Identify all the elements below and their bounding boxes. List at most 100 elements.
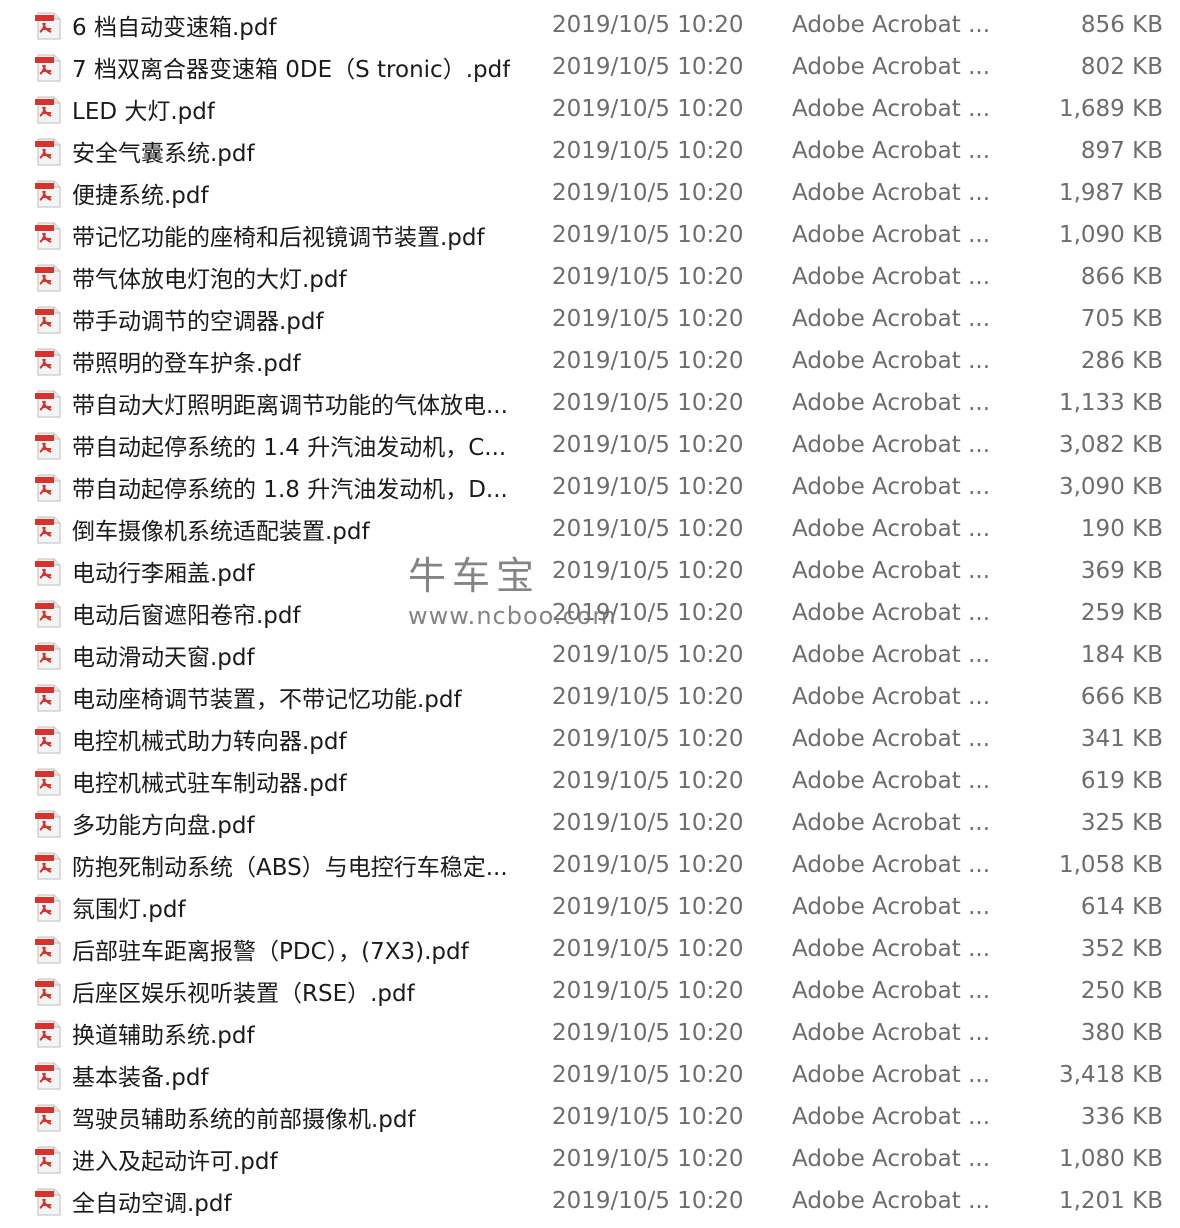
- file-name: 后座区娱乐视听装置（RSE）.pdf: [72, 981, 415, 1007]
- pdf-file-icon: [34, 852, 62, 880]
- file-name: 多功能方向盘.pdf: [72, 813, 255, 839]
- pdf-file-icon: [34, 516, 62, 544]
- pdf-file-icon: [34, 474, 62, 502]
- file-size: 1,080 KB: [1058, 1146, 1163, 1172]
- file-row[interactable]: 倒车摄像机系统适配装置.pdf 2019/10/5 10:20 Adobe Ac…: [0, 508, 1180, 550]
- file-type: Adobe Acrobat ...: [792, 12, 991, 38]
- file-name: 驾驶员辅助系统的前部摄像机.pdf: [72, 1107, 416, 1133]
- file-row[interactable]: 后座区娱乐视听装置（RSE）.pdf 2019/10/5 10:20 Adobe…: [0, 970, 1180, 1012]
- file-size: 705 KB: [1080, 306, 1163, 332]
- file-name: 带自动起停系统的 1.8 升汽油发动机，D...: [72, 477, 508, 503]
- file-row[interactable]: 电动后窗遮阳卷帘.pdf 2019/10/5 10:20 Adobe Acrob…: [0, 592, 1180, 634]
- file-row[interactable]: 带手动调节的空调器.pdf 2019/10/5 10:20 Adobe Acro…: [0, 298, 1180, 340]
- file-date: 2019/10/5 10:20: [552, 894, 744, 920]
- file-type: Adobe Acrobat ...: [792, 1062, 991, 1088]
- file-name: 氛围灯.pdf: [72, 897, 186, 923]
- file-row[interactable]: 带气体放电灯泡的大灯.pdf 2019/10/5 10:20 Adobe Acr…: [0, 256, 1180, 298]
- file-row[interactable]: 7 档双离合器变速箱 0DE（S tronic）.pdf 2019/10/5 1…: [0, 46, 1180, 88]
- pdf-file-icon: [34, 180, 62, 208]
- file-row[interactable]: LED 大灯.pdf 2019/10/5 10:20 Adobe Acrobat…: [0, 88, 1180, 130]
- file-date: 2019/10/5 10:20: [552, 810, 744, 836]
- file-size: 3,082 KB: [1058, 432, 1163, 458]
- file-type: Adobe Acrobat ...: [792, 894, 991, 920]
- file-type: Adobe Acrobat ...: [792, 138, 991, 164]
- file-type: Adobe Acrobat ...: [792, 348, 991, 374]
- file-size: 325 KB: [1080, 810, 1163, 836]
- file-name: 换道辅助系统.pdf: [72, 1023, 255, 1049]
- file-date: 2019/10/5 10:20: [552, 432, 744, 458]
- file-row[interactable]: 电动座椅调节装置，不带记忆功能.pdf 2019/10/5 10:20 Adob…: [0, 676, 1180, 718]
- file-row[interactable]: 带自动大灯照明距离调节功能的气体放电... 2019/10/5 10:20 Ad…: [0, 382, 1180, 424]
- file-size: 3,090 KB: [1058, 474, 1163, 500]
- file-size: 619 KB: [1080, 768, 1163, 794]
- file-size: 1,201 KB: [1058, 1188, 1163, 1214]
- file-type: Adobe Acrobat ...: [792, 474, 991, 500]
- file-date: 2019/10/5 10:20: [552, 306, 744, 332]
- file-row[interactable]: 基本装备.pdf 2019/10/5 10:20 Adobe Acrobat .…: [0, 1054, 1180, 1096]
- file-row[interactable]: 便捷系统.pdf 2019/10/5 10:20 Adobe Acrobat .…: [0, 172, 1180, 214]
- pdf-file-icon: [34, 306, 62, 334]
- file-type: Adobe Acrobat ...: [792, 726, 991, 752]
- pdf-file-icon: [34, 810, 62, 838]
- file-row[interactable]: 多功能方向盘.pdf 2019/10/5 10:20 Adobe Acrobat…: [0, 802, 1180, 844]
- file-row[interactable]: 电动滑动天窗.pdf 2019/10/5 10:20 Adobe Acrobat…: [0, 634, 1180, 676]
- file-name: 基本装备.pdf: [72, 1065, 209, 1091]
- file-name: 便捷系统.pdf: [72, 183, 209, 209]
- file-list: 6 档自动变速箱.pdf 2019/10/5 10:20 Adobe Acrob…: [0, 4, 1180, 1222]
- pdf-file-icon: [34, 1020, 62, 1048]
- pdf-file-icon: [34, 768, 62, 796]
- file-date: 2019/10/5 10:20: [552, 1188, 744, 1214]
- file-name: 6 档自动变速箱.pdf: [72, 15, 277, 41]
- file-row[interactable]: 带自动起停系统的 1.8 升汽油发动机，D... 2019/10/5 10:20…: [0, 466, 1180, 508]
- file-date: 2019/10/5 10:20: [552, 642, 744, 668]
- pdf-file-icon: [34, 936, 62, 964]
- file-type: Adobe Acrobat ...: [792, 264, 991, 290]
- file-type: Adobe Acrobat ...: [792, 54, 991, 80]
- file-row[interactable]: 电控机械式助力转向器.pdf 2019/10/5 10:20 Adobe Acr…: [0, 718, 1180, 760]
- file-type: Adobe Acrobat ...: [792, 1146, 991, 1172]
- pdf-file-icon: [34, 390, 62, 418]
- pdf-file-icon: [34, 684, 62, 712]
- file-type: Adobe Acrobat ...: [792, 558, 991, 584]
- file-row[interactable]: 安全气囊系统.pdf 2019/10/5 10:20 Adobe Acrobat…: [0, 130, 1180, 172]
- file-name: 带自动大灯照明距离调节功能的气体放电...: [72, 393, 508, 419]
- file-date: 2019/10/5 10:20: [552, 684, 744, 710]
- file-size: 336 KB: [1080, 1104, 1163, 1130]
- file-type: Adobe Acrobat ...: [792, 852, 991, 878]
- file-size: 1,133 KB: [1058, 390, 1163, 416]
- file-row[interactable]: 带照明的登车护条.pdf 2019/10/5 10:20 Adobe Acrob…: [0, 340, 1180, 382]
- file-row[interactable]: 电动行李厢盖.pdf 2019/10/5 10:20 Adobe Acrobat…: [0, 550, 1180, 592]
- file-row[interactable]: 氛围灯.pdf 2019/10/5 10:20 Adobe Acrobat ..…: [0, 886, 1180, 928]
- file-row[interactable]: 全自动空调.pdf 2019/10/5 10:20 Adobe Acrobat …: [0, 1180, 1180, 1222]
- file-size: 1,987 KB: [1058, 180, 1163, 206]
- file-size: 352 KB: [1080, 936, 1163, 962]
- pdf-file-icon: [34, 1188, 62, 1216]
- file-name: 电动行李厢盖.pdf: [72, 561, 255, 587]
- file-row[interactable]: 带自动起停系统的 1.4 升汽油发动机，C... 2019/10/5 10:20…: [0, 424, 1180, 466]
- file-row[interactable]: 换道辅助系统.pdf 2019/10/5 10:20 Adobe Acrobat…: [0, 1012, 1180, 1054]
- pdf-file-icon: [34, 726, 62, 754]
- file-name: 电控机械式驻车制动器.pdf: [72, 771, 347, 797]
- pdf-file-icon: [34, 600, 62, 628]
- pdf-file-icon: [34, 1062, 62, 1090]
- file-name: 安全气囊系统.pdf: [72, 141, 255, 167]
- pdf-file-icon: [34, 222, 62, 250]
- file-size: 1,090 KB: [1058, 222, 1163, 248]
- file-row[interactable]: 后部驻车距离报警（PDC），(7X3).pdf 2019/10/5 10:20 …: [0, 928, 1180, 970]
- file-type: Adobe Acrobat ...: [792, 390, 991, 416]
- file-row[interactable]: 带记忆功能的座椅和后视镜调节装置.pdf 2019/10/5 10:20 Ado…: [0, 214, 1180, 256]
- file-date: 2019/10/5 10:20: [552, 12, 744, 38]
- file-row[interactable]: 驾驶员辅助系统的前部摄像机.pdf 2019/10/5 10:20 Adobe …: [0, 1096, 1180, 1138]
- file-row[interactable]: 防抱死制动系统（ABS）与电控行车稳定... 2019/10/5 10:20 A…: [0, 844, 1180, 886]
- file-name: 倒车摄像机系统适配装置.pdf: [72, 519, 370, 545]
- file-date: 2019/10/5 10:20: [552, 726, 744, 752]
- file-type: Adobe Acrobat ...: [792, 516, 991, 542]
- file-name: 电动滑动天窗.pdf: [72, 645, 255, 671]
- file-row[interactable]: 6 档自动变速箱.pdf 2019/10/5 10:20 Adobe Acrob…: [0, 4, 1180, 46]
- file-size: 856 KB: [1080, 12, 1163, 38]
- file-row[interactable]: 电控机械式驻车制动器.pdf 2019/10/5 10:20 Adobe Acr…: [0, 760, 1180, 802]
- file-name: 进入及起动许可.pdf: [72, 1149, 278, 1175]
- file-date: 2019/10/5 10:20: [552, 978, 744, 1004]
- file-name: 防抱死制动系统（ABS）与电控行车稳定...: [72, 855, 508, 881]
- file-row[interactable]: 进入及起动许可.pdf 2019/10/5 10:20 Adobe Acroba…: [0, 1138, 1180, 1180]
